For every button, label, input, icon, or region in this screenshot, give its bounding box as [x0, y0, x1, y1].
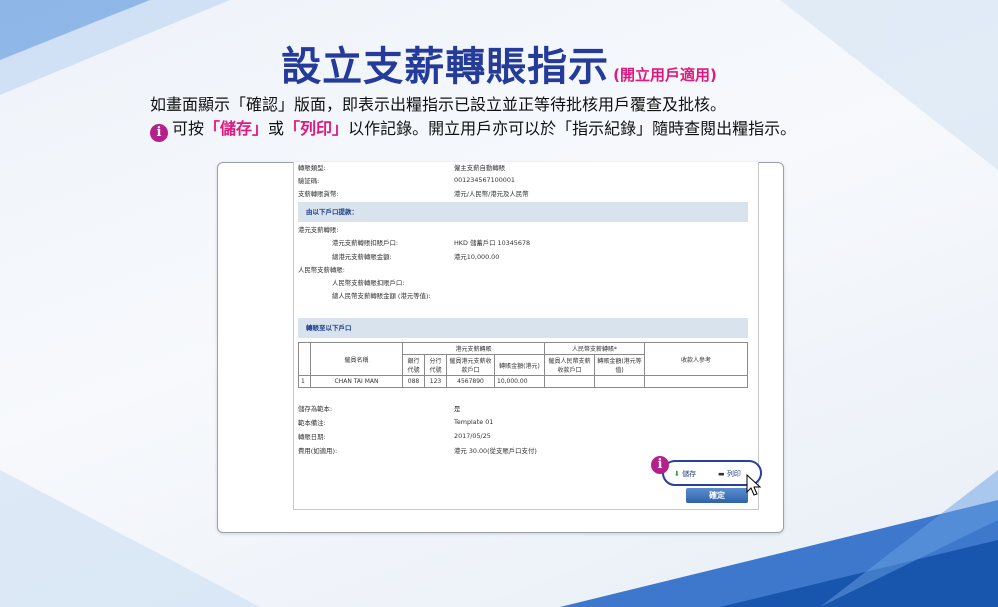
download-icon: ⬇	[674, 470, 680, 478]
template-name-label: 範本備注:	[298, 419, 326, 427]
instructions: 如畫面顯示「確認」版面，即表示出糧指示已設立並正等待批核用戶覆查及批核。 i 可按…	[150, 93, 870, 142]
print-keyword: 「列印」	[284, 119, 349, 138]
template-name-value: Template 01	[454, 418, 494, 426]
col-amount: 轉賬金額(港元)	[494, 354, 545, 376]
print-button[interactable]: ▬ 列印	[718, 469, 741, 479]
instruction-line-1: 如畫面顯示「確認」版面，即表示出糧指示已設立並正等待批核用戶覆查及批核。	[150, 95, 727, 114]
currency-value: 港元/人民幣/港元及人民幣	[454, 190, 529, 198]
hkd-total-label: 總港元支薪轉賬金額:	[332, 253, 392, 261]
cursor-icon	[746, 474, 762, 496]
printer-icon: ▬	[718, 470, 725, 478]
col-rmb-amount: 轉賬金額(港元等值)	[594, 354, 645, 376]
transfer-table: 僱員名稱 港元支薪轉賬 人民幣支薪轉賬* 收款人參考 銀行代號 分行代號 僱員港…	[298, 342, 748, 388]
fee-label: 費用(如適用):	[298, 447, 338, 455]
date-value: 2017/05/25	[454, 432, 491, 440]
template-label: 儲存為範本:	[298, 405, 333, 413]
col-rmb-acct: 僱員人民幣支薪收款戶口	[544, 354, 595, 376]
template-value: 是	[454, 405, 461, 413]
col-branch: 分行代號	[424, 354, 447, 376]
hkd-total-value: 港元10,000.00	[454, 253, 500, 261]
rmb-label: 人民幣支薪轉賬:	[298, 266, 345, 274]
type-value: 僱主支薪自動轉賬	[454, 164, 506, 172]
currency-label: 支薪轉賬貨幣:	[298, 190, 339, 198]
instruction-line-2: i 可按「儲存」或「列印」以作記錄。開立用戶亦可以於「指示紀錄」隨時查閱出糧指示。	[150, 117, 870, 142]
type-label: 轉賬類型:	[298, 164, 326, 172]
col-name: 僱員名稱	[310, 342, 403, 376]
info-icon: i	[651, 456, 669, 474]
fee-value: 港元 30.00(從支賬戶口支付)	[454, 447, 537, 455]
page-subtitle: (開立用戶適用)	[613, 66, 717, 84]
rmb-total-label: 總人民幣支薪轉賬金額 (港元等值):	[332, 292, 431, 300]
section-from: 由以下戶口提款：	[298, 202, 748, 222]
hkd-label: 港元支薪轉賬:	[298, 226, 339, 234]
save-keyword: 「儲存」	[204, 119, 269, 138]
page-heading: 設立支薪轉賬指示 (開立用戶適用)	[0, 34, 998, 92]
hkd-account-value: HKD 儲蓄戶口 10345678	[454, 239, 531, 247]
table-row: 1 CHAN TAI MAN 088 123 4567890 10,000.00	[298, 375, 748, 388]
group-hkd: 港元支薪轉賬	[402, 342, 545, 355]
date-label: 轉賬日期:	[298, 433, 326, 441]
confirm-button[interactable]: 確定	[686, 488, 748, 503]
col-acct: 僱員港元支薪收款戶口	[446, 354, 495, 376]
group-rmb: 人民幣支薪轉賬*	[544, 342, 645, 355]
section-to: 轉賬至以下戶口	[298, 318, 748, 338]
col-ref: 收款人參考	[644, 342, 748, 376]
ref-value: 001234567100001	[454, 176, 515, 184]
col-bank: 銀行代號	[402, 354, 425, 376]
info-icon: i	[150, 124, 168, 142]
page-title: 設立支薪轉賬指示	[281, 44, 610, 90]
rmb-account-label: 人民幣支薪轉賬扣賬戶口:	[332, 279, 405, 287]
confirmation-form: 轉賬類型: 僱主支薪自動轉賬 驗証碼: 001234567100001 支薪轉賬…	[293, 162, 759, 510]
save-button[interactable]: ⬇ 儲存	[674, 469, 696, 479]
hkd-account-label: 港元支薪轉賬扣賬戶口:	[332, 239, 399, 247]
ref-label: 驗証碼:	[298, 177, 320, 185]
